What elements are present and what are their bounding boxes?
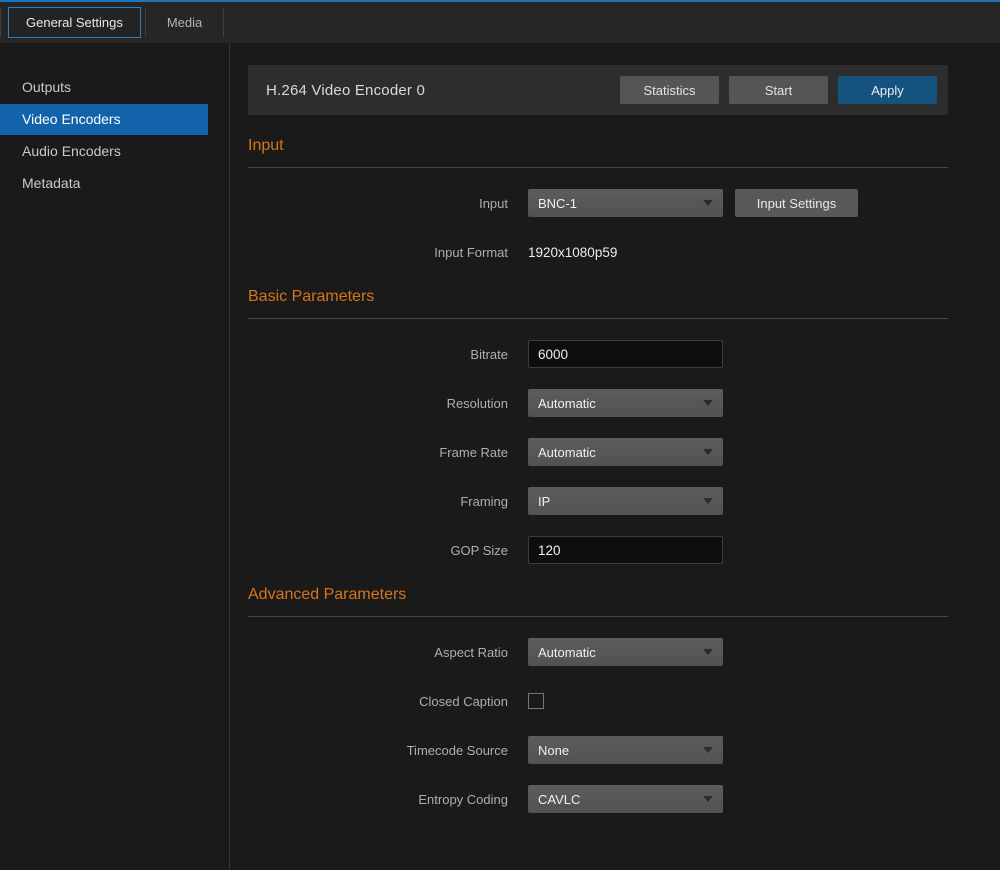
framing-select[interactable]: IP [528,487,723,515]
encoder-header-panel: H.264 Video Encoder 0 Statistics Start A… [248,65,948,115]
tab-divider [223,8,224,37]
sidebar-item-video-encoders[interactable]: Video Encoders [0,104,208,135]
gop-size-label: GOP Size [248,543,528,558]
tab-general-settings[interactable]: General Settings [8,7,141,38]
sidebar-item-audio-encoders[interactable]: Audio Encoders [0,136,208,167]
aspect-ratio-select-value: Automatic [538,645,596,660]
tab-divider [0,8,1,37]
resolution-select[interactable]: Automatic [528,389,723,417]
frame-rate-label: Frame Rate [248,445,528,460]
gop-size-field[interactable] [528,536,723,564]
section-input: Input Input BNC-1 Input Settings Input F… [248,137,948,266]
entropy-coding-label: Entropy Coding [248,792,528,807]
bitrate-row: Bitrate [248,340,948,368]
chevron-down-icon [703,498,713,504]
tab-media[interactable]: Media [150,8,219,37]
section-divider [248,318,948,319]
sidebar-item-outputs[interactable]: Outputs [0,72,208,103]
chevron-down-icon [703,747,713,753]
input-label: Input [248,196,528,211]
bitrate-field[interactable] [528,340,723,368]
section-divider [248,616,948,617]
start-button[interactable]: Start [729,76,828,104]
aspect-ratio-row: Aspect Ratio Automatic [248,638,948,666]
chevron-down-icon [703,649,713,655]
frame-rate-row: Frame Rate Automatic [248,438,948,466]
input-select[interactable]: BNC-1 [528,189,723,217]
section-title-input: Input [248,137,948,155]
framing-select-value: IP [538,494,550,509]
sidebar-item-metadata[interactable]: Metadata [0,168,208,199]
chevron-down-icon [703,400,713,406]
framing-row: Framing IP [248,487,948,515]
resolution-select-value: Automatic [538,396,596,411]
frame-rate-select-value: Automatic [538,445,596,460]
entropy-coding-row: Entropy Coding CAVLC [248,785,948,813]
section-basic-parameters: Basic Parameters Bitrate Resolution Auto… [248,288,948,564]
input-select-value: BNC-1 [538,196,577,211]
timecode-source-label: Timecode Source [248,743,528,758]
section-divider [248,167,948,168]
timecode-source-row: Timecode Source None [248,736,948,764]
input-format-label: Input Format [248,245,528,260]
closed-caption-label: Closed Caption [248,694,528,709]
statistics-button[interactable]: Statistics [620,76,719,104]
chevron-down-icon [703,449,713,455]
entropy-coding-select-value: CAVLC [538,792,580,807]
sidebar-nav: Outputs Video Encoders Audio Encoders Me… [0,43,230,870]
framing-label: Framing [248,494,528,509]
frame-rate-select[interactable]: Automatic [528,438,723,466]
section-title-basic: Basic Parameters [248,288,948,306]
resolution-label: Resolution [248,396,528,411]
top-tab-bar: General Settings Media [0,0,1000,43]
timecode-source-select-value: None [538,743,569,758]
resolution-row: Resolution Automatic [248,389,948,417]
closed-caption-row: Closed Caption [248,687,948,715]
input-settings-button[interactable]: Input Settings [735,189,858,217]
input-format-row: Input Format 1920x1080p59 [248,238,948,266]
main-content: H.264 Video Encoder 0 Statistics Start A… [231,43,1000,870]
apply-button[interactable]: Apply [838,76,937,104]
entropy-coding-select[interactable]: CAVLC [528,785,723,813]
input-row: Input BNC-1 Input Settings [248,189,948,217]
timecode-source-select[interactable]: None [528,736,723,764]
chevron-down-icon [703,796,713,802]
aspect-ratio-select[interactable]: Automatic [528,638,723,666]
tab-divider [145,8,146,37]
gop-size-row: GOP Size [248,536,948,564]
closed-caption-checkbox[interactable] [528,693,544,709]
aspect-ratio-label: Aspect Ratio [248,645,528,660]
bitrate-label: Bitrate [248,347,528,362]
section-title-advanced: Advanced Parameters [248,586,948,604]
input-format-value: 1920x1080p59 [528,245,617,260]
section-advanced-parameters: Advanced Parameters Aspect Ratio Automat… [248,586,948,813]
page-title: H.264 Video Encoder 0 [266,82,610,99]
chevron-down-icon [703,200,713,206]
